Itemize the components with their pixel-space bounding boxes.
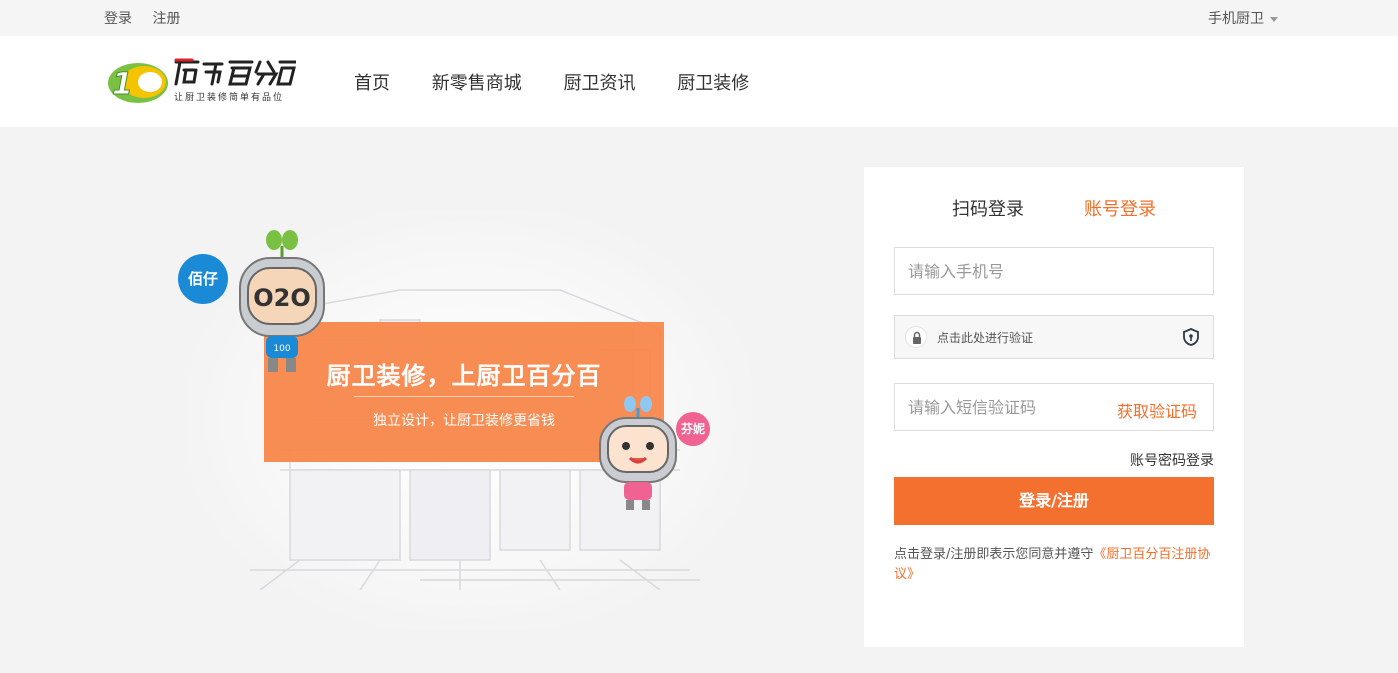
mobile-dropdown[interactable]: 手机厨卫	[1208, 8, 1278, 28]
shield-icon	[1183, 328, 1199, 346]
tab-qr-login[interactable]: 扫码登录	[952, 195, 1024, 221]
phone-field	[894, 247, 1214, 295]
svg-text:1: 1	[112, 67, 133, 102]
hero-divider	[354, 396, 574, 397]
agreement-text: 点击登录/注册即表示您同意并遵守《厨卫百分百注册协议》	[894, 545, 1218, 585]
get-code-button[interactable]: 获取验证码	[1117, 398, 1197, 422]
mascot-left-badge: 佰仔	[178, 254, 228, 304]
verify-label: 点击此处进行验证	[937, 331, 1034, 345]
nav-item-home[interactable]: 首页	[354, 73, 390, 94]
hero-illustration: 厨卫装修，上厨卫百分百 独立设计，让厨卫装修更省钱 佰仔 O2O 100 芬妮	[160, 150, 800, 650]
mascot-right-badge: 芬妮	[676, 412, 710, 446]
logo-wordmark-icon	[174, 58, 296, 86]
mascot-right-icon	[599, 396, 677, 510]
logo-tagline: 让厨卫装修简单有品位	[174, 93, 285, 103]
password-login-link[interactable]: 账号密码登录	[1130, 450, 1214, 470]
nav-item-news[interactable]: 厨卫资讯	[563, 73, 635, 94]
nav-item-mall[interactable]: 新零售商城	[432, 73, 522, 94]
mascot-left-icon: O2O 100	[239, 230, 325, 372]
chevron-down-icon	[1270, 16, 1278, 22]
captcha-verify[interactable]: 点击此处进行验证	[894, 315, 1214, 359]
top-links: 登录 注册	[104, 8, 196, 28]
agreement-prefix: 点击登录/注册即表示您同意并遵守	[894, 547, 1094, 562]
nav-item-renovation[interactable]: 厨卫装修	[677, 73, 749, 94]
mascot-left-face: O2O	[253, 284, 311, 312]
logo-mark-icon: 1	[108, 63, 168, 103]
tab-account-login[interactable]: 账号登录	[1084, 195, 1156, 221]
login-panel: 扫码登录 账号登录 点击此处进行验证 获取验证码 账号密码登录 登录/注册 点击…	[864, 167, 1244, 647]
top-bar: 登录 注册 手机厨卫	[0, 0, 1398, 36]
main-nav: 首页 新零售商城 厨卫资讯 厨卫装修	[354, 69, 785, 95]
sms-code-input[interactable]	[895, 384, 1105, 430]
site-header: 1 让厨卫装修简单有品位 首页 新零售商城 厨卫资讯 厨卫装修	[0, 36, 1398, 127]
phone-input[interactable]	[895, 248, 1213, 294]
mobile-label: 手机厨卫	[1208, 11, 1264, 27]
site-logo[interactable]: 1 让厨卫装修简单有品位	[104, 56, 304, 110]
sms-field: 获取验证码	[894, 383, 1214, 431]
top-register-link[interactable]: 注册	[152, 11, 180, 27]
mascot-left-shirt: 100	[273, 344, 290, 354]
lock-icon	[905, 326, 927, 348]
top-login-link[interactable]: 登录	[104, 11, 132, 27]
login-register-button[interactable]: 登录/注册	[894, 477, 1214, 525]
